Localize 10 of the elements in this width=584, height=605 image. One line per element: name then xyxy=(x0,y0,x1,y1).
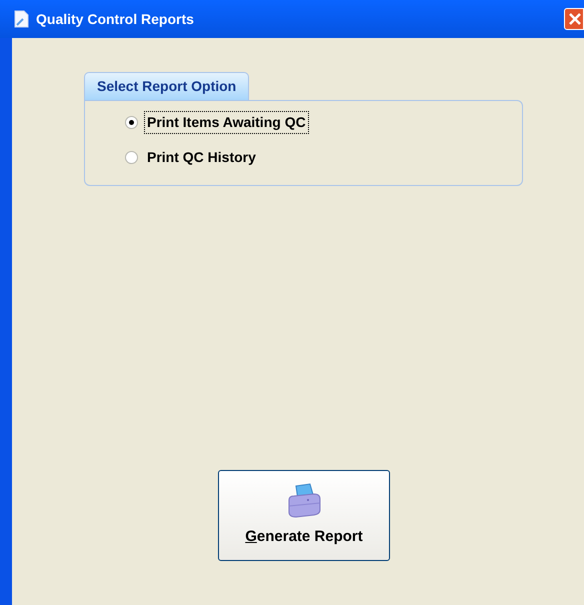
window-title: Quality Control Reports xyxy=(36,10,194,29)
generate-report-button[interactable]: Generate Report xyxy=(218,470,390,561)
radio-label: Print Items Awaiting QC xyxy=(144,111,309,134)
close-icon xyxy=(569,13,581,25)
printer-icon xyxy=(286,482,322,520)
radio-button[interactable] xyxy=(125,116,138,129)
close-button[interactable] xyxy=(564,8,584,30)
radio-label: Print QC History xyxy=(146,148,257,167)
document-icon xyxy=(14,10,30,28)
radio-button[interactable] xyxy=(125,151,138,164)
